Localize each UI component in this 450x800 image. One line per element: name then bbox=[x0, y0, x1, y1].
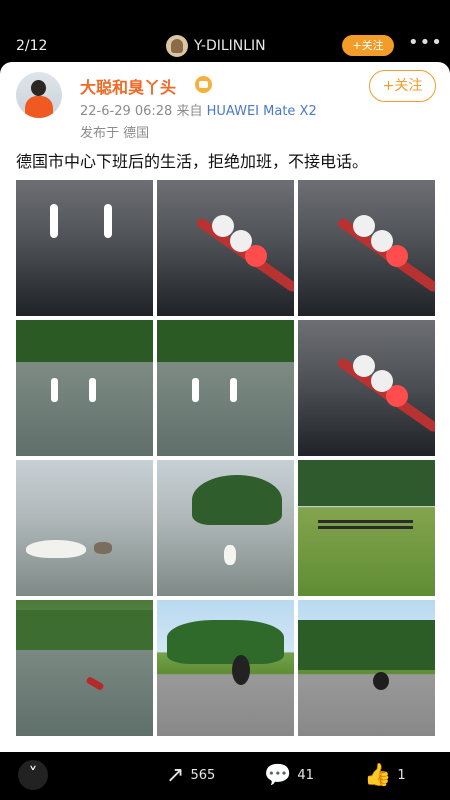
author-name[interactable]: 大聪和臭丫头 bbox=[80, 74, 176, 98]
thumb-up-icon: 👍 bbox=[364, 762, 392, 788]
top-avatar[interactable] bbox=[166, 35, 188, 57]
photo-12[interactable] bbox=[298, 600, 435, 736]
post-card: 大聪和臭丫头 +关注 22-6-29 06:28 来自 HUAWEI Mate … bbox=[0, 62, 450, 752]
bottom-action-bar: ˅ ↗ 565 💬 41 👍 1 bbox=[0, 752, 450, 800]
comment-button[interactable]: 💬 41 bbox=[264, 761, 314, 789]
top-user[interactable]: Y-DILINLIN bbox=[166, 35, 266, 57]
verified-badge-icon bbox=[195, 76, 212, 93]
photo-4[interactable] bbox=[16, 320, 153, 456]
author-avatar[interactable] bbox=[16, 72, 62, 118]
photo-11[interactable] bbox=[157, 600, 294, 736]
top-bar: 2/12 Y-DILINLIN +关注 ••• bbox=[0, 30, 450, 62]
photo-8[interactable] bbox=[157, 460, 294, 596]
like-button[interactable]: 👍 1 bbox=[364, 761, 406, 789]
comment-icon: 💬 bbox=[264, 762, 292, 788]
photo-3[interactable] bbox=[298, 180, 435, 316]
image-counter: 2/12 bbox=[16, 38, 48, 54]
photo-9[interactable] bbox=[298, 460, 435, 596]
top-follow-button[interactable]: +关注 bbox=[342, 35, 394, 56]
share-icon: ↗ bbox=[166, 762, 185, 788]
photo-1[interactable] bbox=[16, 180, 153, 316]
photo-10[interactable] bbox=[16, 600, 153, 736]
photo-6[interactable] bbox=[298, 320, 435, 456]
more-icon[interactable]: ••• bbox=[408, 32, 443, 53]
top-username[interactable]: Y-DILINLIN bbox=[194, 38, 266, 54]
follow-button[interactable]: +关注 bbox=[369, 70, 436, 102]
device-link[interactable]: HUAWEI Mate X2 bbox=[207, 104, 317, 119]
photo-5[interactable] bbox=[157, 320, 294, 456]
weibo-photo-post-screen: 2/12 Y-DILINLIN +关注 ••• 大聪和臭丫头 +关注 22-6-… bbox=[0, 0, 450, 800]
post-text: 德国市中心下班后的生活，拒绝加班，不接电话。 bbox=[16, 152, 369, 171]
post-datetime: 22-6-29 06:28 bbox=[80, 104, 173, 119]
post-location: 发布于 德国 bbox=[80, 126, 150, 141]
photo-7[interactable] bbox=[16, 460, 153, 596]
repost-count: 565 bbox=[190, 767, 216, 783]
like-count: 1 bbox=[397, 767, 406, 783]
source-prefix: 来自 bbox=[176, 104, 203, 119]
post-meta: 22-6-29 06:28 来自 HUAWEI Mate X2 bbox=[80, 100, 317, 119]
photo-grid bbox=[16, 180, 435, 740]
photo-2[interactable] bbox=[157, 180, 294, 316]
collapse-icon[interactable]: ˅ bbox=[18, 760, 48, 790]
comment-count: 41 bbox=[297, 767, 314, 783]
repost-button[interactable]: ↗ 565 bbox=[166, 761, 215, 789]
